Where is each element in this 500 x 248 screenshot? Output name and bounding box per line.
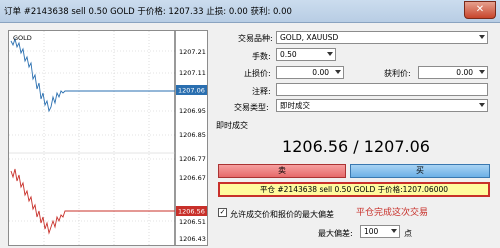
bid-ask-display: 1206.56 / 1207.06 — [282, 137, 430, 156]
order-type-select[interactable]: 即时成交 — [276, 99, 488, 112]
sell-button[interactable]: 卖 — [218, 164, 346, 178]
stop-loss-label: 止损价: — [244, 69, 271, 78]
close-button[interactable]: ✕ — [464, 1, 496, 19]
chevron-down-icon — [391, 229, 397, 233]
chart-symbol-label: GOLD — [13, 34, 32, 42]
y-tick-label: 1206.51 — [179, 218, 206, 226]
order-type-label: 交易类型: — [234, 103, 269, 112]
y-tick-label: 1206.77 — [179, 155, 206, 163]
volume-value: 0.50 — [280, 50, 297, 59]
y-tick-label: 1206.85 — [179, 131, 206, 139]
comment-label: 注释: — [252, 87, 271, 96]
spinner-icon[interactable] — [335, 70, 341, 74]
volume-label: 手数: — [252, 52, 271, 61]
close-order-button[interactable]: 平仓 #2143638 sell 0.50 GOLD 于价格:1207.0600… — [218, 182, 490, 197]
buy-button[interactable]: 买 — [350, 164, 490, 178]
symbol-value: GOLD, XAUUSD — [280, 33, 339, 42]
title-bar: 订单 #2143638 sell 0.50 GOLD 于价格: 1207.33 … — [0, 0, 500, 23]
y-tick-label: 1207.21 — [179, 48, 206, 56]
max-deviation-label: 最大偏差: — [318, 229, 353, 238]
allow-deviation-label: 允许成交价和报价的最大偏差 — [230, 210, 334, 219]
comment-input[interactable] — [276, 83, 488, 96]
y-tick-label: 1206.67 — [179, 174, 206, 182]
take-profit-label: 获利价: — [384, 69, 411, 78]
volume-select[interactable]: 0.50 — [276, 48, 336, 61]
stop-loss-value: 0.00 — [312, 68, 329, 77]
stop-loss-input[interactable]: 0.00 — [276, 66, 344, 79]
annotation-text: 平仓完成这次交易 — [356, 208, 429, 218]
take-profit-input[interactable]: 0.00 — [418, 66, 488, 79]
y-tick-label: 1207.11 — [179, 69, 206, 77]
bid-price-tag: 1206.56 — [178, 208, 205, 216]
max-deviation-value: 100 — [364, 227, 379, 236]
allow-deviation-checkbox[interactable]: ✓ — [218, 208, 227, 217]
symbol-label: 交易品种: — [238, 34, 273, 43]
y-tick-label: 1206.43 — [179, 235, 206, 243]
instant-execution-title: 即时成交 — [216, 121, 248, 130]
chevron-down-icon — [479, 35, 485, 39]
y-tick-label: 1206.95 — [179, 107, 206, 115]
ask-price-tag: 1207.06 — [178, 87, 205, 95]
chevron-down-icon — [327, 52, 333, 56]
max-deviation-select[interactable]: 100 — [360, 225, 400, 238]
tick-chart: GOLD 1207.21 1207.11 1206.95 1206.85 1206.77… — [8, 30, 208, 246]
window-title: 订单 #2143638 sell 0.50 GOLD 于价格: 1207.33 … — [4, 7, 292, 17]
take-profit-value: 0.00 — [456, 68, 473, 77]
chevron-down-icon — [479, 103, 485, 107]
spinner-icon[interactable] — [479, 70, 485, 74]
order-type-value: 即时成交 — [280, 101, 310, 110]
points-label: 点 — [404, 229, 412, 238]
symbol-select[interactable]: GOLD, XAUUSD — [276, 31, 488, 44]
